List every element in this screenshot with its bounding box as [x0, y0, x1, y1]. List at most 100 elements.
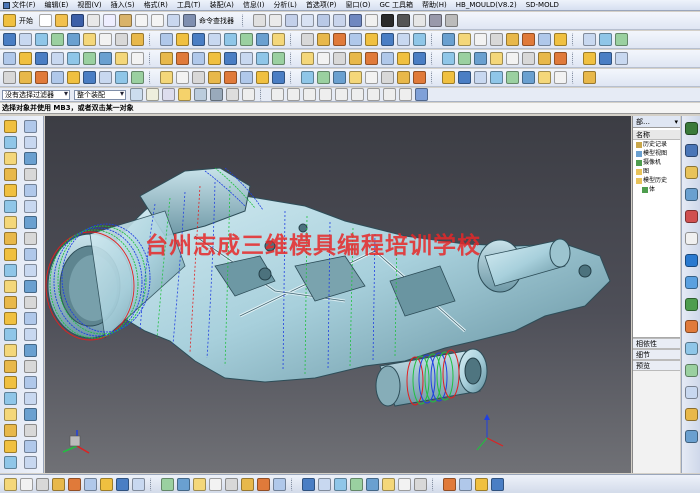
feature-tool-icon[interactable] [442, 52, 455, 65]
modeling-tool-icon[interactable] [4, 344, 17, 357]
menu-sd-mold[interactable]: SD-MOLD [526, 1, 559, 9]
curve-tool-icon[interactable] [83, 33, 96, 46]
modeling-tool-icon[interactable] [4, 136, 17, 149]
curve-tool-icon[interactable] [333, 33, 346, 46]
menu-edit[interactable]: 编辑(E) [45, 0, 69, 10]
modeling-tool-icon[interactable] [4, 216, 17, 229]
resource-tab-icon[interactable] [685, 166, 698, 179]
feature-tool-icon[interactable] [583, 52, 596, 65]
bottom-tool-icon[interactable] [68, 477, 81, 491]
bottom-tool-icon[interactable] [302, 477, 315, 491]
mold-tool-icon[interactable] [240, 71, 253, 84]
save-icon[interactable] [71, 14, 84, 27]
modeling-tool-icon[interactable] [4, 200, 17, 213]
existing-point-icon[interactable] [367, 88, 380, 101]
feature-tool-icon[interactable] [317, 52, 330, 65]
section-details[interactable]: 细节 [633, 349, 680, 360]
arc-center-icon[interactable] [335, 88, 348, 101]
pan-icon[interactable] [333, 14, 346, 27]
resource-tab-icon[interactable] [685, 430, 698, 443]
part-model[interactable] [45, 116, 631, 473]
mold-tool-icon[interactable] [51, 71, 64, 84]
feature-tool-icon[interactable] [397, 52, 410, 65]
tree-node-drawing[interactable]: 图 [633, 167, 680, 176]
intersection-icon[interactable] [319, 88, 332, 101]
mold-tool-icon[interactable] [35, 71, 48, 84]
bottom-tool-icon[interactable] [350, 477, 363, 491]
curve-tool-icon[interactable] [208, 33, 221, 46]
feature-tool-icon[interactable] [51, 52, 64, 65]
resource-tab-icon[interactable] [685, 232, 698, 245]
rotate-icon[interactable] [317, 14, 330, 27]
shaded-icon[interactable] [349, 14, 362, 27]
modeling-tool-icon[interactable] [24, 200, 37, 213]
cut-icon[interactable] [87, 14, 100, 27]
modeling-tool-icon[interactable] [24, 232, 37, 245]
feature-tool-icon[interactable] [615, 52, 628, 65]
resource-tab-icon[interactable] [685, 188, 698, 201]
tree-node-body[interactable]: 体 [633, 185, 680, 194]
feature-tool-icon[interactable] [490, 52, 503, 65]
feature-tool-icon[interactable] [458, 52, 471, 65]
resource-tab-icon[interactable] [685, 144, 698, 157]
mold-tool-icon[interactable] [381, 71, 394, 84]
bottom-tool-icon[interactable] [209, 477, 222, 491]
curve-tool-icon[interactable] [381, 33, 394, 46]
bottom-tool-icon[interactable] [318, 477, 331, 491]
curve-tool-icon[interactable] [99, 33, 112, 46]
tree-node-cameras[interactable]: 摄像机 [633, 158, 680, 167]
mold-tool-icon[interactable] [272, 71, 285, 84]
modeling-tool-icon[interactable] [24, 184, 37, 197]
menu-assembly[interactable]: 装配(A) [210, 0, 234, 10]
mold-tool-icon[interactable] [458, 71, 471, 84]
mold-tool-icon[interactable] [160, 71, 173, 84]
modeling-tool-icon[interactable] [24, 440, 37, 453]
feature-tool-icon[interactable] [506, 52, 519, 65]
feature-tool-icon[interactable] [256, 52, 269, 65]
feature-tool-icon[interactable] [160, 52, 173, 65]
mold-tool-icon[interactable] [131, 71, 144, 84]
modeling-tool-icon[interactable] [4, 392, 17, 405]
mold-tool-icon[interactable] [192, 71, 205, 84]
feature-tool-icon[interactable] [474, 52, 487, 65]
select-icon[interactable] [253, 14, 266, 27]
bottom-tool-icon[interactable] [177, 477, 190, 491]
resource-tab-icon[interactable] [685, 122, 698, 135]
feature-tool-icon[interactable] [208, 52, 221, 65]
mold-tool-icon[interactable] [474, 71, 487, 84]
feature-tool-icon[interactable] [272, 52, 285, 65]
feature-tool-icon[interactable] [554, 52, 567, 65]
modeling-tool-icon[interactable] [4, 248, 17, 261]
bottom-tool-icon[interactable] [398, 477, 411, 491]
mold-tool-icon[interactable] [317, 71, 330, 84]
menu-help[interactable]: 帮助(H) [422, 0, 447, 10]
mold-tool-icon[interactable] [583, 71, 596, 84]
bottom-tool-icon[interactable] [491, 477, 504, 491]
modeling-tool-icon[interactable] [24, 360, 37, 373]
feature-select-icon[interactable] [178, 88, 191, 101]
curve-select-icon[interactable] [242, 88, 255, 101]
view-orient-icon[interactable] [413, 14, 426, 27]
assembly-filter-select[interactable]: 整个装配 [74, 89, 126, 100]
modeling-tool-icon[interactable] [4, 152, 17, 165]
modeling-tool-icon[interactable] [4, 280, 17, 293]
feature-tool-icon[interactable] [99, 52, 112, 65]
feature-tool-icon[interactable] [538, 52, 551, 65]
menu-format[interactable]: 格式(R) [144, 0, 168, 10]
hide-icon[interactable] [445, 14, 458, 27]
modeling-tool-icon[interactable] [4, 312, 17, 325]
layer-icon[interactable] [381, 14, 394, 27]
bottom-tool-icon[interactable] [116, 477, 129, 491]
undo-icon[interactable] [135, 14, 148, 27]
curve-tool-icon[interactable] [272, 33, 285, 46]
modeling-tool-icon[interactable] [4, 296, 17, 309]
curve-tool-icon[interactable] [458, 33, 471, 46]
modeling-tool-icon[interactable] [4, 376, 17, 389]
bottom-tool-icon[interactable] [161, 477, 174, 491]
section-preview[interactable]: 预览 [633, 360, 680, 371]
feature-tool-icon[interactable] [115, 52, 128, 65]
menu-file[interactable]: 文件(F) [3, 0, 36, 10]
bottom-tool-icon[interactable] [225, 477, 238, 491]
modeling-tool-icon[interactable] [4, 168, 17, 181]
curve-tool-icon[interactable] [599, 33, 612, 46]
